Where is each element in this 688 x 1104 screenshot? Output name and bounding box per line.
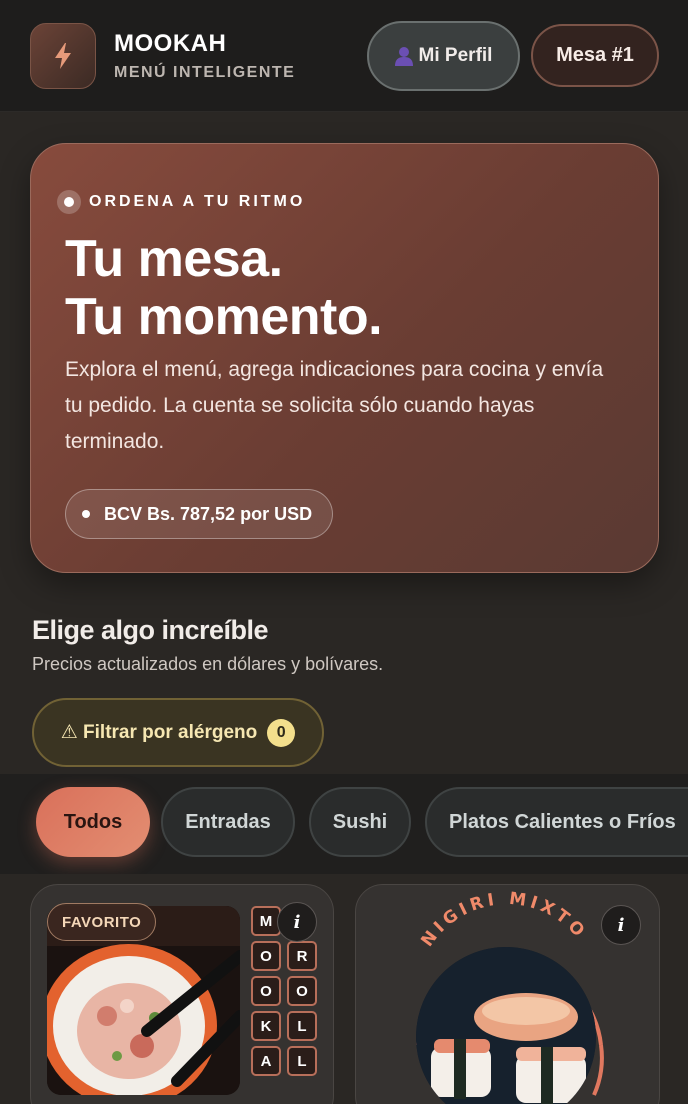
profile-label: Mi Perfil (418, 45, 493, 66)
profile-button[interactable]: Mi Perfil (367, 21, 520, 91)
allergen-filter-button[interactable]: ⚠ Filtrar por alérgeno 0 (32, 698, 324, 767)
product-card[interactable]: FAVORITO M O R O O K L A L i (30, 884, 334, 1104)
hero-banner: ORDENA A TU RITMO Tu mesa. Tu momento. E… (30, 143, 659, 573)
eyebrow-text: ORDENA A TU RITMO (89, 193, 306, 210)
letter-tile: L (287, 1011, 317, 1041)
category-tabs: Todos Entradas Sushi Platos Calientes o … (0, 774, 688, 874)
filter-count-badge: 0 (267, 718, 296, 747)
hero-description: Explora el menú, agrega indicaciones par… (65, 358, 604, 453)
user-icon (394, 47, 413, 66)
dot-icon (57, 190, 81, 214)
tab-entradas[interactable]: Entradas (161, 787, 295, 857)
letter-tile: L (287, 1046, 317, 1076)
info-button[interactable]: i (277, 902, 317, 942)
hero-title-line2: Tu momento. (65, 288, 383, 346)
tab-todos[interactable]: Todos (36, 787, 150, 857)
svg-text:NIGIRI MIXTO: NIGIRI MIXTO (417, 889, 590, 951)
letter-tile: O (287, 976, 317, 1006)
hero-title: Tu mesa. Tu momento. (65, 230, 383, 346)
exchange-rate-badge: BCV Bs. 787,52 por USD (65, 489, 334, 539)
letter-tile: O (251, 941, 281, 971)
hero-title-line1: Tu mesa. (65, 230, 283, 288)
letter-tile: A (251, 1046, 281, 1076)
product-card[interactable]: NIGIRI MIXTO i (355, 884, 660, 1104)
exchange-rate-text: BCV Bs. 787,52 por USD (104, 503, 313, 524)
letter-tile: K (251, 1011, 281, 1041)
filter-label: ⚠ Filtrar por alérgeno (60, 722, 258, 743)
tab-sushi[interactable]: Sushi (309, 787, 411, 857)
bolt-icon (55, 43, 71, 69)
table-button[interactable]: Mesa #1 (531, 24, 659, 87)
dot-icon (82, 510, 90, 518)
tab-platos[interactable]: Platos Calientes o Fríos (425, 787, 688, 857)
info-button[interactable]: i (601, 905, 641, 945)
logo[interactable] (30, 23, 96, 89)
brand-subtitle: MENÚ INTELIGENTE (114, 64, 296, 81)
brand-name: MOOKAH (114, 30, 227, 57)
letter-tile: R (287, 941, 317, 971)
section-subtitle: Precios actualizados en dólares y bolíva… (32, 654, 384, 674)
section-title: Elige algo increíble (32, 615, 269, 645)
letter-tile: O (251, 976, 281, 1006)
app-header: MOOKAH MENÚ INTELIGENTE Mi Perfil Mesa #… (0, 0, 688, 112)
hero-eyebrow: ORDENA A TU RITMO (57, 190, 305, 214)
favorite-badge: FAVORITO (47, 903, 157, 941)
arc-title-text: NIGIRI MIXTO (417, 889, 586, 951)
